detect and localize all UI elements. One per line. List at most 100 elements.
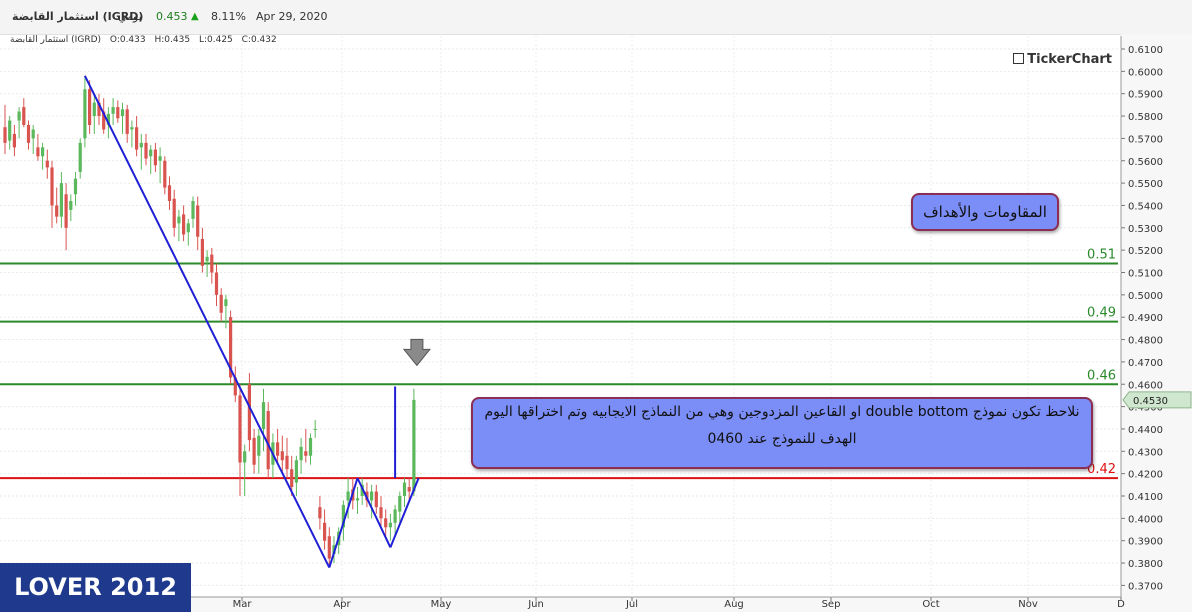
price-chart[interactable]: 0.6100 0.6000 0.5900 0.5800 0.5700 0.5600 0.55… <box>0 0 1192 612</box>
logo-text: TickerChart <box>1027 52 1112 67</box>
candle-body <box>172 198 176 228</box>
y-tick-label: 0.3700 <box>1128 581 1163 592</box>
candle-body <box>299 446 303 461</box>
candle-body <box>261 402 266 429</box>
candle-body <box>276 442 280 456</box>
candle-body <box>370 491 374 501</box>
candle-body <box>83 89 87 139</box>
candle-body <box>116 107 120 119</box>
x-tick-label: Sep <box>822 599 841 610</box>
candle-body <box>285 455 289 470</box>
x-tick-label: Mar <box>233 599 253 610</box>
candle-body <box>78 142 82 172</box>
candle-body <box>200 238 204 266</box>
x-tick-label: Jun <box>527 599 544 610</box>
y-tick-label: 0.4100 <box>1128 492 1163 503</box>
candle-body <box>158 156 162 161</box>
y-tick-label: 0.5800 <box>1128 112 1163 123</box>
candle-body <box>8 120 12 141</box>
watermark-label: LOVER 2012 <box>0 563 191 612</box>
y-tick-label: 0.4400 <box>1128 425 1163 436</box>
candle-body <box>219 294 223 313</box>
candle-body <box>388 522 392 528</box>
double-bottom-note: نلاحظ تكون نموذج double bottom او القاعي… <box>471 397 1093 469</box>
candle-body <box>144 142 148 159</box>
candle-body <box>92 102 96 117</box>
candle-body <box>50 167 54 206</box>
candle-body <box>135 127 139 150</box>
candle-body <box>186 223 190 233</box>
x-tick-label: D <box>1117 599 1125 610</box>
y-tick-label: 0.4600 <box>1128 380 1163 391</box>
note-line-2: الهدف للنموذج عند 0460 <box>707 431 857 447</box>
candle-body <box>210 254 214 273</box>
candle-body <box>177 216 181 224</box>
callout-title-text: المقاومات والأهداف <box>923 203 1047 221</box>
candle-body <box>257 435 261 456</box>
y-tick-label: 0.4000 <box>1128 514 1163 525</box>
candle-body <box>323 522 327 541</box>
candle-body <box>64 194 68 228</box>
tickerchart-logo: TickerChart <box>1013 52 1112 67</box>
y-tick-label: 0.3900 <box>1128 537 1163 548</box>
candle-body <box>318 507 322 519</box>
level-label: 0.49 <box>1087 306 1116 321</box>
candle-body <box>3 127 7 143</box>
y-tick-label: 0.4900 <box>1128 313 1163 324</box>
y-tick-label: 0.5500 <box>1128 179 1163 190</box>
candle-body <box>313 428 317 430</box>
y-tick-label: 0.5700 <box>1128 134 1163 145</box>
candle-body <box>224 299 228 307</box>
y-tick-label: 0.5300 <box>1128 224 1163 235</box>
candle-body <box>407 487 411 492</box>
candle-body <box>69 200 73 210</box>
y-tick-label: 0.5400 <box>1128 201 1163 212</box>
resistance-targets-callout: المقاومات والأهداف <box>911 193 1059 231</box>
candle-body <box>191 200 195 219</box>
candle-body <box>167 185 172 201</box>
candle-body <box>247 384 251 441</box>
x-tick-label: Oct <box>922 599 939 610</box>
candle-body <box>412 399 416 492</box>
level-label: 0.51 <box>1087 248 1116 263</box>
candle-body <box>31 129 35 139</box>
y-tick-label: 0.3800 <box>1128 559 1163 570</box>
y-tick-label: 0.5200 <box>1128 246 1163 257</box>
candle-body <box>17 111 21 121</box>
candle-body <box>205 256 209 262</box>
logo-icon <box>1013 53 1025 64</box>
x-tick-label: Nov <box>1018 599 1038 610</box>
candle-body <box>163 160 167 188</box>
candle-body <box>252 437 256 465</box>
candle-body <box>308 437 313 456</box>
candle-body <box>12 133 16 148</box>
x-tick-label: Aug <box>724 599 744 610</box>
candle-body <box>243 451 247 463</box>
candle-body <box>45 160 49 168</box>
candle-body <box>139 142 143 148</box>
candle-body <box>355 498 360 501</box>
y-tick-label: 0.6000 <box>1128 67 1163 78</box>
trendline <box>328 477 359 568</box>
candle-body <box>214 272 219 295</box>
candle-body <box>120 109 125 117</box>
candle-body <box>238 395 242 463</box>
y-tick-label: 0.5900 <box>1128 90 1163 101</box>
candle-body <box>294 460 298 483</box>
candle-body <box>153 149 157 166</box>
candle-body <box>41 147 45 157</box>
candle-body <box>346 491 350 501</box>
candle-body <box>26 124 31 143</box>
note-line-1: نلاحظ تكون نموذج double bottom او القاعي… <box>484 404 1080 420</box>
candle-body <box>379 507 383 519</box>
candle-body <box>59 183 63 217</box>
y-tick-label: 0.4700 <box>1128 358 1163 369</box>
candle-body <box>149 149 153 157</box>
y-tick-label: 0.5100 <box>1128 269 1163 280</box>
y-tick-label: 0.4200 <box>1128 470 1163 481</box>
y-tick-label: 0.5000 <box>1128 291 1163 302</box>
y-tick-label: 0.5600 <box>1128 157 1163 168</box>
candle-body <box>111 107 115 114</box>
candle-body <box>55 205 59 217</box>
candle-body <box>280 451 284 461</box>
